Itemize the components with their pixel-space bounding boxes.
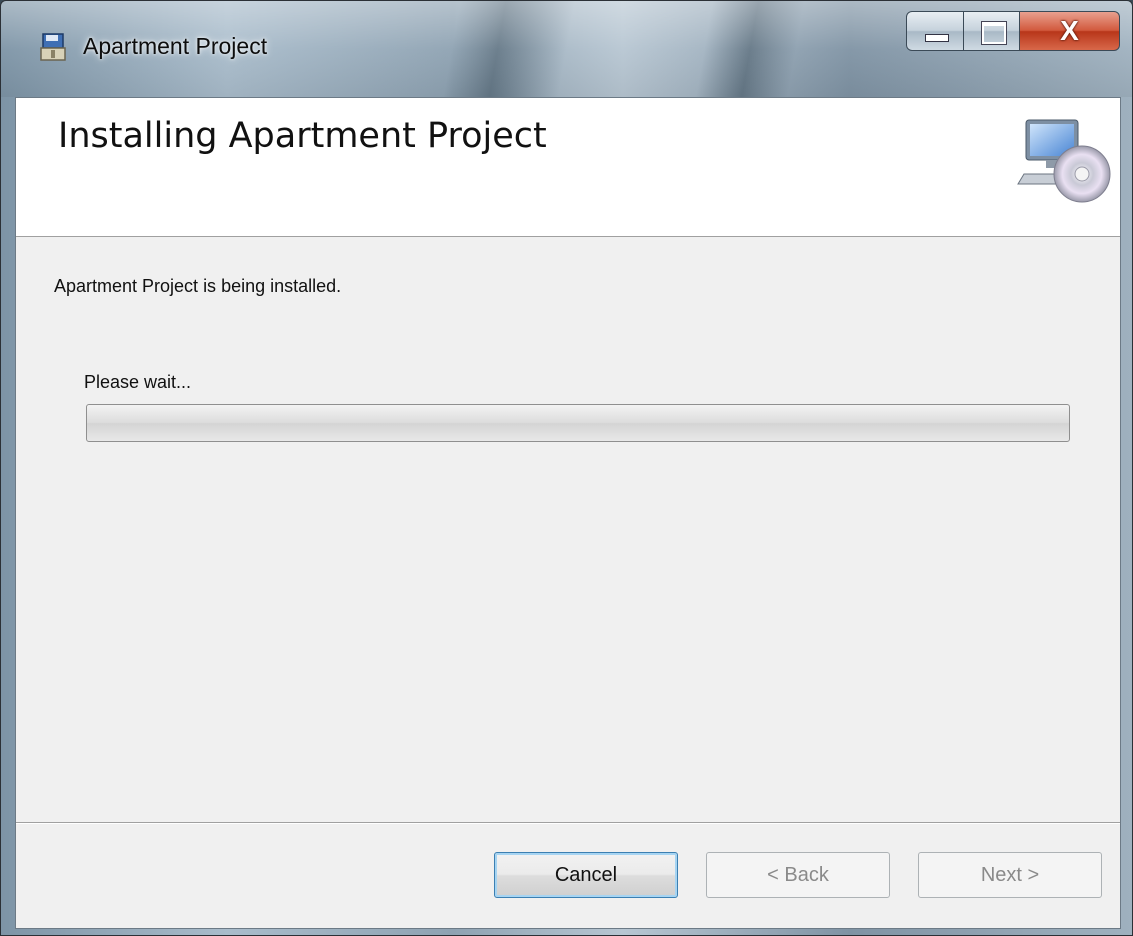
installer-window: Apartment Project X Installing Apartment… <box>0 0 1133 936</box>
caption-buttons: X <box>906 11 1120 51</box>
close-icon: X <box>1060 15 1079 46</box>
next-button[interactable]: Next > <box>918 852 1102 898</box>
install-progress-bar <box>86 404 1070 442</box>
cancel-button[interactable]: Cancel <box>494 852 678 898</box>
dialog-client-area: Installing Apartment Project Apartment P… <box>15 97 1121 929</box>
minimize-button[interactable] <box>906 11 964 51</box>
header-banner: Installing Apartment Project <box>16 98 1120 237</box>
page-title: Installing Apartment Project <box>58 116 547 156</box>
wait-label: Please wait... <box>84 372 192 392</box>
computer-cd-icon <box>1017 119 1111 203</box>
maximize-icon <box>981 21 1007 45</box>
footer-separator <box>16 822 1120 824</box>
title-bar[interactable]: Apartment Project X <box>1 1 1132 97</box>
back-button[interactable]: < Back <box>706 852 890 898</box>
window-title: Apartment Project <box>83 33 268 59</box>
maximize-button[interactable] <box>964 11 1020 51</box>
minimize-icon <box>925 34 949 42</box>
status-text: Apartment Project is being installed. <box>54 276 342 296</box>
close-button[interactable]: X <box>1020 11 1120 51</box>
installer-package-icon <box>40 33 66 61</box>
